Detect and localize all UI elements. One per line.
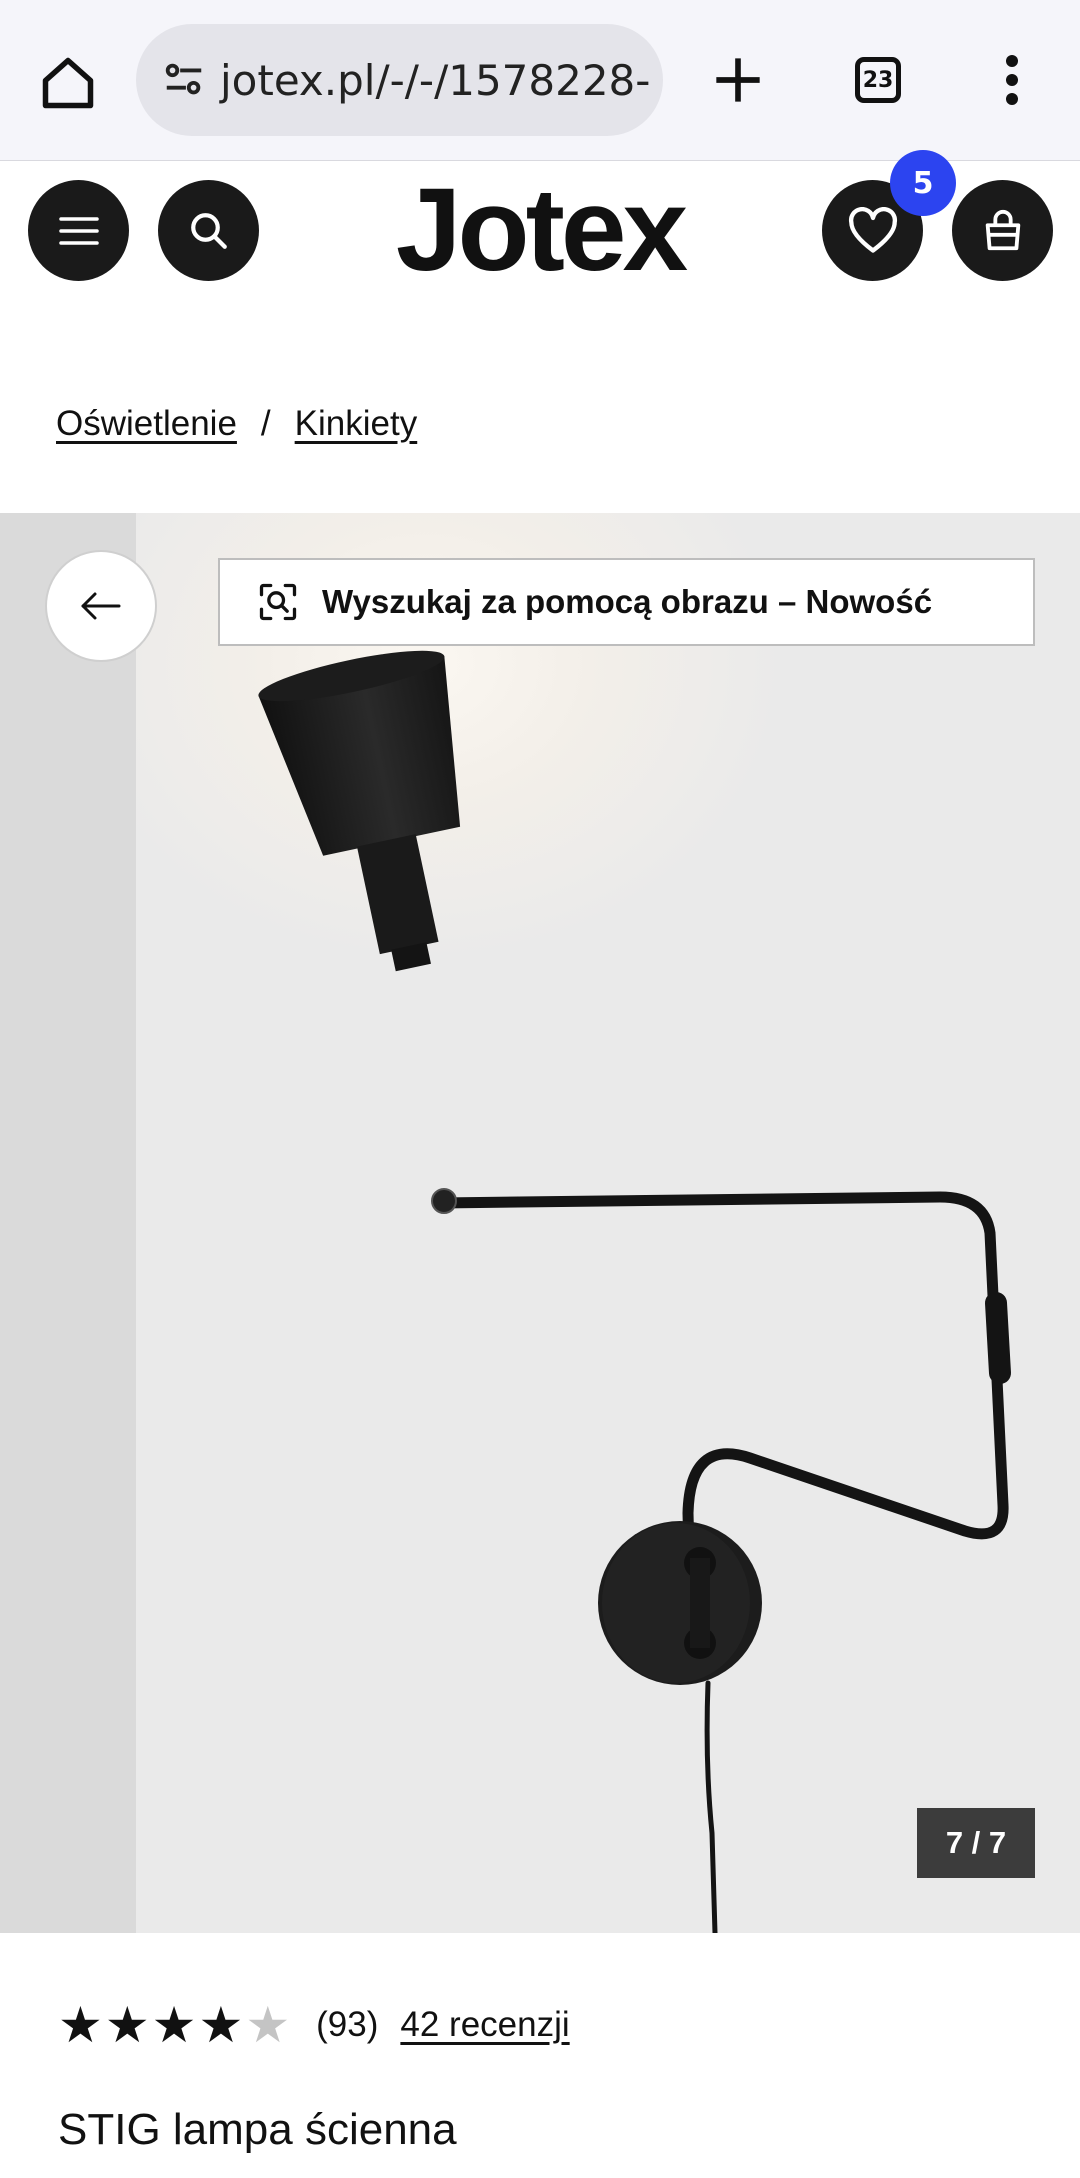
rating-count: (93) — [316, 2005, 379, 2044]
menu-button[interactable] — [28, 180, 129, 281]
back-button[interactable] — [45, 550, 157, 662]
browser-toolbar: jotex.pl/-/-/1578228- 23 — [0, 0, 1080, 161]
product-title: STIG lampa ścienna — [58, 2105, 457, 2154]
star-filled-icon: ★ — [104, 1997, 150, 2053]
visual-search-label: Wyszukaj za pomocą obrazu – Nowość — [322, 583, 933, 620]
reviews-link[interactable]: 42 recenzji — [400, 2005, 569, 2045]
tab-count: 23 — [855, 57, 901, 103]
breadcrumb: Oświetlenie / Kinkiety — [56, 404, 417, 444]
product-image-gallery[interactable]: Wyszukaj za pomocą obrazu – Nowość 7 / 7 — [0, 513, 1080, 1933]
heart-icon — [848, 206, 897, 253]
cart-button[interactable] — [952, 180, 1053, 281]
product-rating: ★ ★ ★ ★ ★ (93) 42 recenzji — [58, 2000, 570, 2050]
url-text: jotex.pl/-/-/1578228- — [220, 55, 651, 105]
star-filled-icon: ★ — [151, 1997, 197, 2053]
arrow-left-icon — [81, 592, 121, 620]
address-bar[interactable]: jotex.pl/-/-/1578228- — [136, 24, 663, 136]
breadcrumb-link-kinkiety[interactable]: Kinkiety — [295, 404, 418, 444]
star-filled-icon: ★ — [58, 1997, 103, 2053]
search-icon — [190, 212, 227, 249]
hamburger-icon — [58, 216, 99, 245]
more-menu-icon[interactable] — [990, 40, 1034, 120]
star-rating: ★ ★ ★ ★ ★ — [58, 2000, 292, 2050]
star-empty-icon: ★ — [245, 1997, 291, 2053]
tab-switcher-button[interactable]: 23 — [838, 40, 918, 120]
image-search-icon — [256, 580, 300, 624]
site-logo[interactable]: Jotex — [385, 165, 695, 295]
breadcrumb-separator: / — [260, 404, 271, 443]
site-settings-icon[interactable] — [156, 52, 212, 108]
home-icon[interactable] — [30, 45, 105, 120]
wall-lamp-illustration — [258, 650, 1011, 1933]
visual-search-button[interactable]: Wyszukaj za pomocą obrazu – Nowość — [218, 558, 1035, 646]
breadcrumb-link-oswietlenie[interactable]: Oświetlenie — [56, 404, 237, 444]
shopping-bag-icon — [985, 209, 1020, 250]
new-tab-icon[interactable] — [700, 40, 776, 120]
star-filled-icon: ★ — [198, 1997, 244, 2053]
search-button[interactable] — [158, 180, 259, 281]
image-counter: 7 / 7 — [917, 1808, 1035, 1878]
wishlist-count-badge: 5 — [890, 150, 956, 216]
